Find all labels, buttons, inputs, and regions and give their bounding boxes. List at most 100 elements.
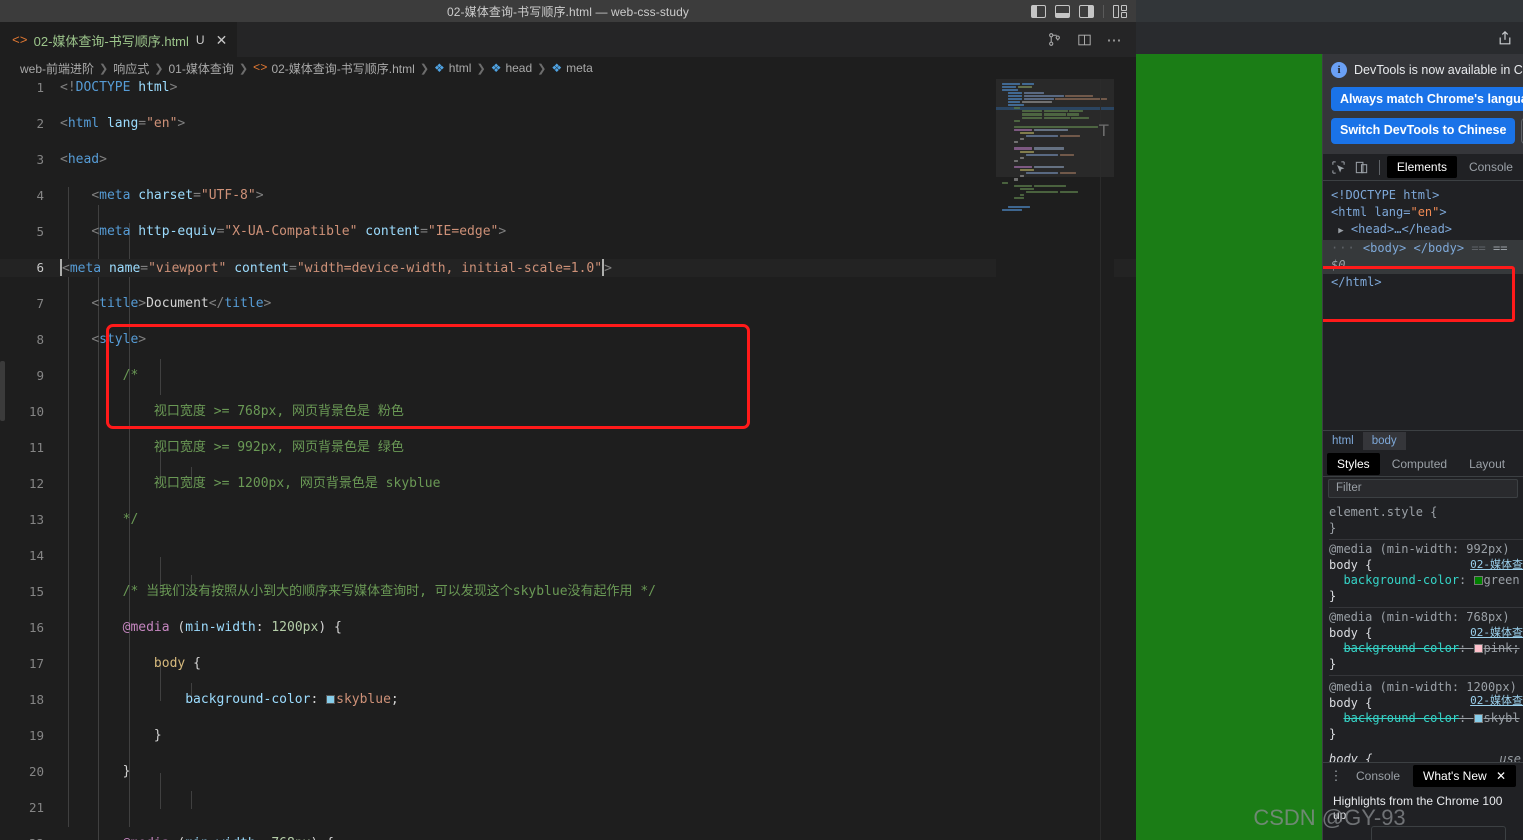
minimap-decorations bbox=[1100, 79, 1114, 840]
inspect-element-icon[interactable] bbox=[1328, 157, 1349, 177]
toggle-primary-sidebar-icon[interactable] bbox=[1031, 4, 1046, 18]
editor-tab-active[interactable]: <> 02-媒体查询-书写顺序.html U ✕ bbox=[0, 22, 238, 57]
html-file-icon: <> bbox=[12, 32, 28, 48]
filter-input[interactable]: Filter bbox=[1328, 479, 1518, 498]
pane-tab-event-listeners[interactable]: E bbox=[1517, 453, 1523, 475]
close-icon[interactable]: ✕ bbox=[1496, 769, 1506, 783]
tag-icon: ❖ bbox=[434, 61, 445, 75]
devtools-language-banner: i DevTools is now available in Chin Alwa… bbox=[1323, 54, 1523, 154]
breadcrumb-item-6[interactable]: ❖ meta bbox=[551, 61, 592, 75]
style-rule-media-1200[interactable]: @media (min-width: 1200px) body {02-媒体查 … bbox=[1329, 676, 1523, 745]
styles-rules-list[interactable]: element.style { } @media (min-width: 992… bbox=[1323, 500, 1523, 762]
chevron-right-icon: ❯ bbox=[537, 62, 547, 75]
dom-node-doctype[interactable]: <!DOCTYPE html> bbox=[1331, 187, 1523, 204]
chevron-right-icon: ❯ bbox=[99, 62, 109, 75]
watermark: CSDN @GY-93 bbox=[1253, 805, 1406, 830]
drawer-tab-whats-new[interactable]: What's New ✕ bbox=[1413, 764, 1517, 787]
pane-tab-computed[interactable]: Computed bbox=[1382, 453, 1457, 475]
tab-modified-marker: U bbox=[195, 33, 205, 47]
dom-node-html-close[interactable]: </html> bbox=[1331, 274, 1523, 291]
editor-tabs: <> 02-媒体查询-书写顺序.html U ✕ ⋯ bbox=[0, 22, 1136, 57]
dom-node-body[interactable]: ··· <body> </body> == == $0 bbox=[1323, 240, 1523, 274]
chevron-right-icon: ❯ bbox=[238, 62, 249, 75]
divider bbox=[1378, 159, 1380, 175]
devtools-tab-console[interactable]: Console bbox=[1459, 156, 1523, 178]
style-source-link[interactable]: 02-媒体查 bbox=[1470, 557, 1523, 573]
styles-filter: Filter bbox=[1323, 477, 1523, 500]
breadcrumb-label: head bbox=[505, 61, 533, 75]
drawer-tab-console[interactable]: Console bbox=[1346, 765, 1410, 787]
style-rule-user-agent-body[interactable]: body {use display: block; margin: 8px; bbox=[1329, 745, 1523, 762]
dom-node-head[interactable]: ▶ <head>…</head> bbox=[1331, 221, 1523, 240]
editor-minimap[interactable]: T bbox=[996, 79, 1114, 840]
code-editor[interactable]: 1 <!DOCTYPE html> 2 <html lang="en"> 3 <hea… bbox=[0, 79, 1136, 840]
split-editor-icon[interactable] bbox=[1076, 32, 1092, 48]
share-icon[interactable] bbox=[1497, 30, 1513, 46]
customize-layout-icon[interactable] bbox=[1113, 4, 1128, 18]
close-icon[interactable]: ✕ bbox=[216, 33, 228, 47]
drawer-tab-label: What's New bbox=[1423, 768, 1487, 783]
toggle-secondary-sidebar-icon[interactable] bbox=[1079, 4, 1094, 18]
breadcrumb: web-前端进阶 ❯ 响应式 ❯ 01-媒体查询 ❯ <> 02-媒体查询-书写… bbox=[0, 57, 1136, 79]
styles-pane-tabs: Styles Computed Layout E bbox=[1323, 451, 1523, 477]
tab-label: 02-媒体查询-书写顺序.html bbox=[33, 33, 189, 49]
dom-node-html[interactable]: <html lang="en"> bbox=[1331, 204, 1523, 221]
browser-toolbar bbox=[1136, 22, 1523, 54]
screen: 02-媒体查询-书写顺序.html — web-css-study <> 02-… bbox=[0, 0, 1523, 840]
device-toolbar-icon[interactable] bbox=[1351, 157, 1372, 177]
breadcrumb-label: 响应式 bbox=[113, 61, 150, 76]
breadcrumb-item-4[interactable]: ❖ html bbox=[434, 61, 471, 75]
toggle-panel-icon[interactable] bbox=[1055, 4, 1070, 18]
banner-message: DevTools is now available in Chin bbox=[1354, 63, 1523, 77]
devtools-panel: i DevTools is now available in Chin Alwa… bbox=[1322, 54, 1523, 840]
style-source-link[interactable]: 02-媒体查 bbox=[1470, 693, 1523, 709]
style-rule-element-style[interactable]: element.style { } bbox=[1329, 503, 1523, 540]
breadcrumb-item-2[interactable]: 01-媒体查询 bbox=[168, 60, 233, 77]
browser-window: i DevTools is now available in Chin Alwa… bbox=[1136, 0, 1523, 840]
breadcrumb-label: 01-媒体查询 bbox=[168, 61, 234, 76]
style-rule-media-768[interactable]: @media (min-width: 768px) body {02-媒体查 b… bbox=[1329, 608, 1523, 676]
code-lines: 1 <!DOCTYPE html> 2 <html lang="en"> 3 <hea… bbox=[0, 79, 1136, 840]
more-options-icon[interactable]: ⋮ bbox=[1329, 768, 1343, 784]
switch-devtools-to-chinese-button[interactable]: Switch DevTools to Chinese bbox=[1331, 118, 1516, 144]
vscode-titlebar: 02-媒体查询-书写顺序.html — web-css-study bbox=[0, 0, 1136, 22]
pane-tab-layout[interactable]: Layout bbox=[1459, 453, 1515, 475]
more-actions-icon[interactable]: ⋯ bbox=[1106, 32, 1122, 49]
info-icon: i bbox=[1331, 62, 1347, 78]
drawer-tabs: ⋮ Console What's New ✕ bbox=[1323, 763, 1523, 788]
minimap-overlay-text: T bbox=[1098, 121, 1109, 140]
breadcrumb-label: 02-媒体查询-书写顺序.html bbox=[271, 61, 415, 76]
pane-tab-styles[interactable]: Styles bbox=[1327, 452, 1380, 475]
dom-crumb-body[interactable]: body bbox=[1362, 432, 1406, 450]
browser-content: i DevTools is now available in Chin Alwa… bbox=[1136, 54, 1523, 840]
breadcrumb-label: web-前端进阶 bbox=[20, 61, 95, 76]
vscode-window: 02-媒体查询-书写顺序.html — web-css-study <> 02-… bbox=[0, 0, 1136, 840]
dom-tree[interactable]: <!DOCTYPE html> <html lang="en"> ▶ <head… bbox=[1323, 181, 1523, 291]
devtools-tab-elements[interactable]: Elements bbox=[1386, 156, 1457, 178]
devtools-tabbar: Elements Console bbox=[1323, 154, 1523, 181]
layout-controls bbox=[1031, 0, 1128, 22]
breadcrumb-item-3[interactable]: <> 02-媒体查询-书写顺序.html bbox=[253, 60, 415, 77]
tag-icon: ❖ bbox=[551, 61, 563, 75]
breadcrumb-item-0[interactable]: web-前端进阶 bbox=[20, 60, 94, 77]
breadcrumb-label: html bbox=[448, 61, 472, 75]
chevron-right-icon: ❯ bbox=[476, 62, 486, 75]
dom-crumb-html[interactable]: html bbox=[1323, 432, 1363, 450]
more-nodes-icon[interactable]: ··· bbox=[1331, 241, 1356, 255]
window-title: 02-媒体查询-书写顺序.html — web-css-study bbox=[447, 4, 689, 19]
breadcrumb-label: meta bbox=[566, 61, 593, 75]
browser-titlebar bbox=[1136, 0, 1523, 22]
dom-breadcrumbs: html body bbox=[1323, 430, 1523, 451]
editor-actions: ⋯ bbox=[1046, 22, 1136, 57]
html-file-icon: <> bbox=[253, 61, 268, 75]
breadcrumb-item-5[interactable]: ❖ head bbox=[491, 61, 532, 75]
tag-icon: ❖ bbox=[490, 61, 502, 75]
breadcrumb-item-1[interactable]: 响应式 bbox=[113, 60, 149, 77]
always-match-language-button[interactable]: Always match Chrome's language bbox=[1331, 87, 1523, 111]
style-rule-media-992[interactable]: @media (min-width: 992px) body {02-媒体查 b… bbox=[1329, 540, 1523, 608]
chevron-right-icon: ❯ bbox=[154, 62, 164, 75]
source-control-icon[interactable] bbox=[1046, 32, 1062, 48]
expand-triangle-icon[interactable]: ▶ bbox=[1338, 226, 1343, 236]
rendered-page bbox=[1136, 54, 1322, 840]
style-source-link[interactable]: 02-媒体查 bbox=[1470, 625, 1523, 641]
